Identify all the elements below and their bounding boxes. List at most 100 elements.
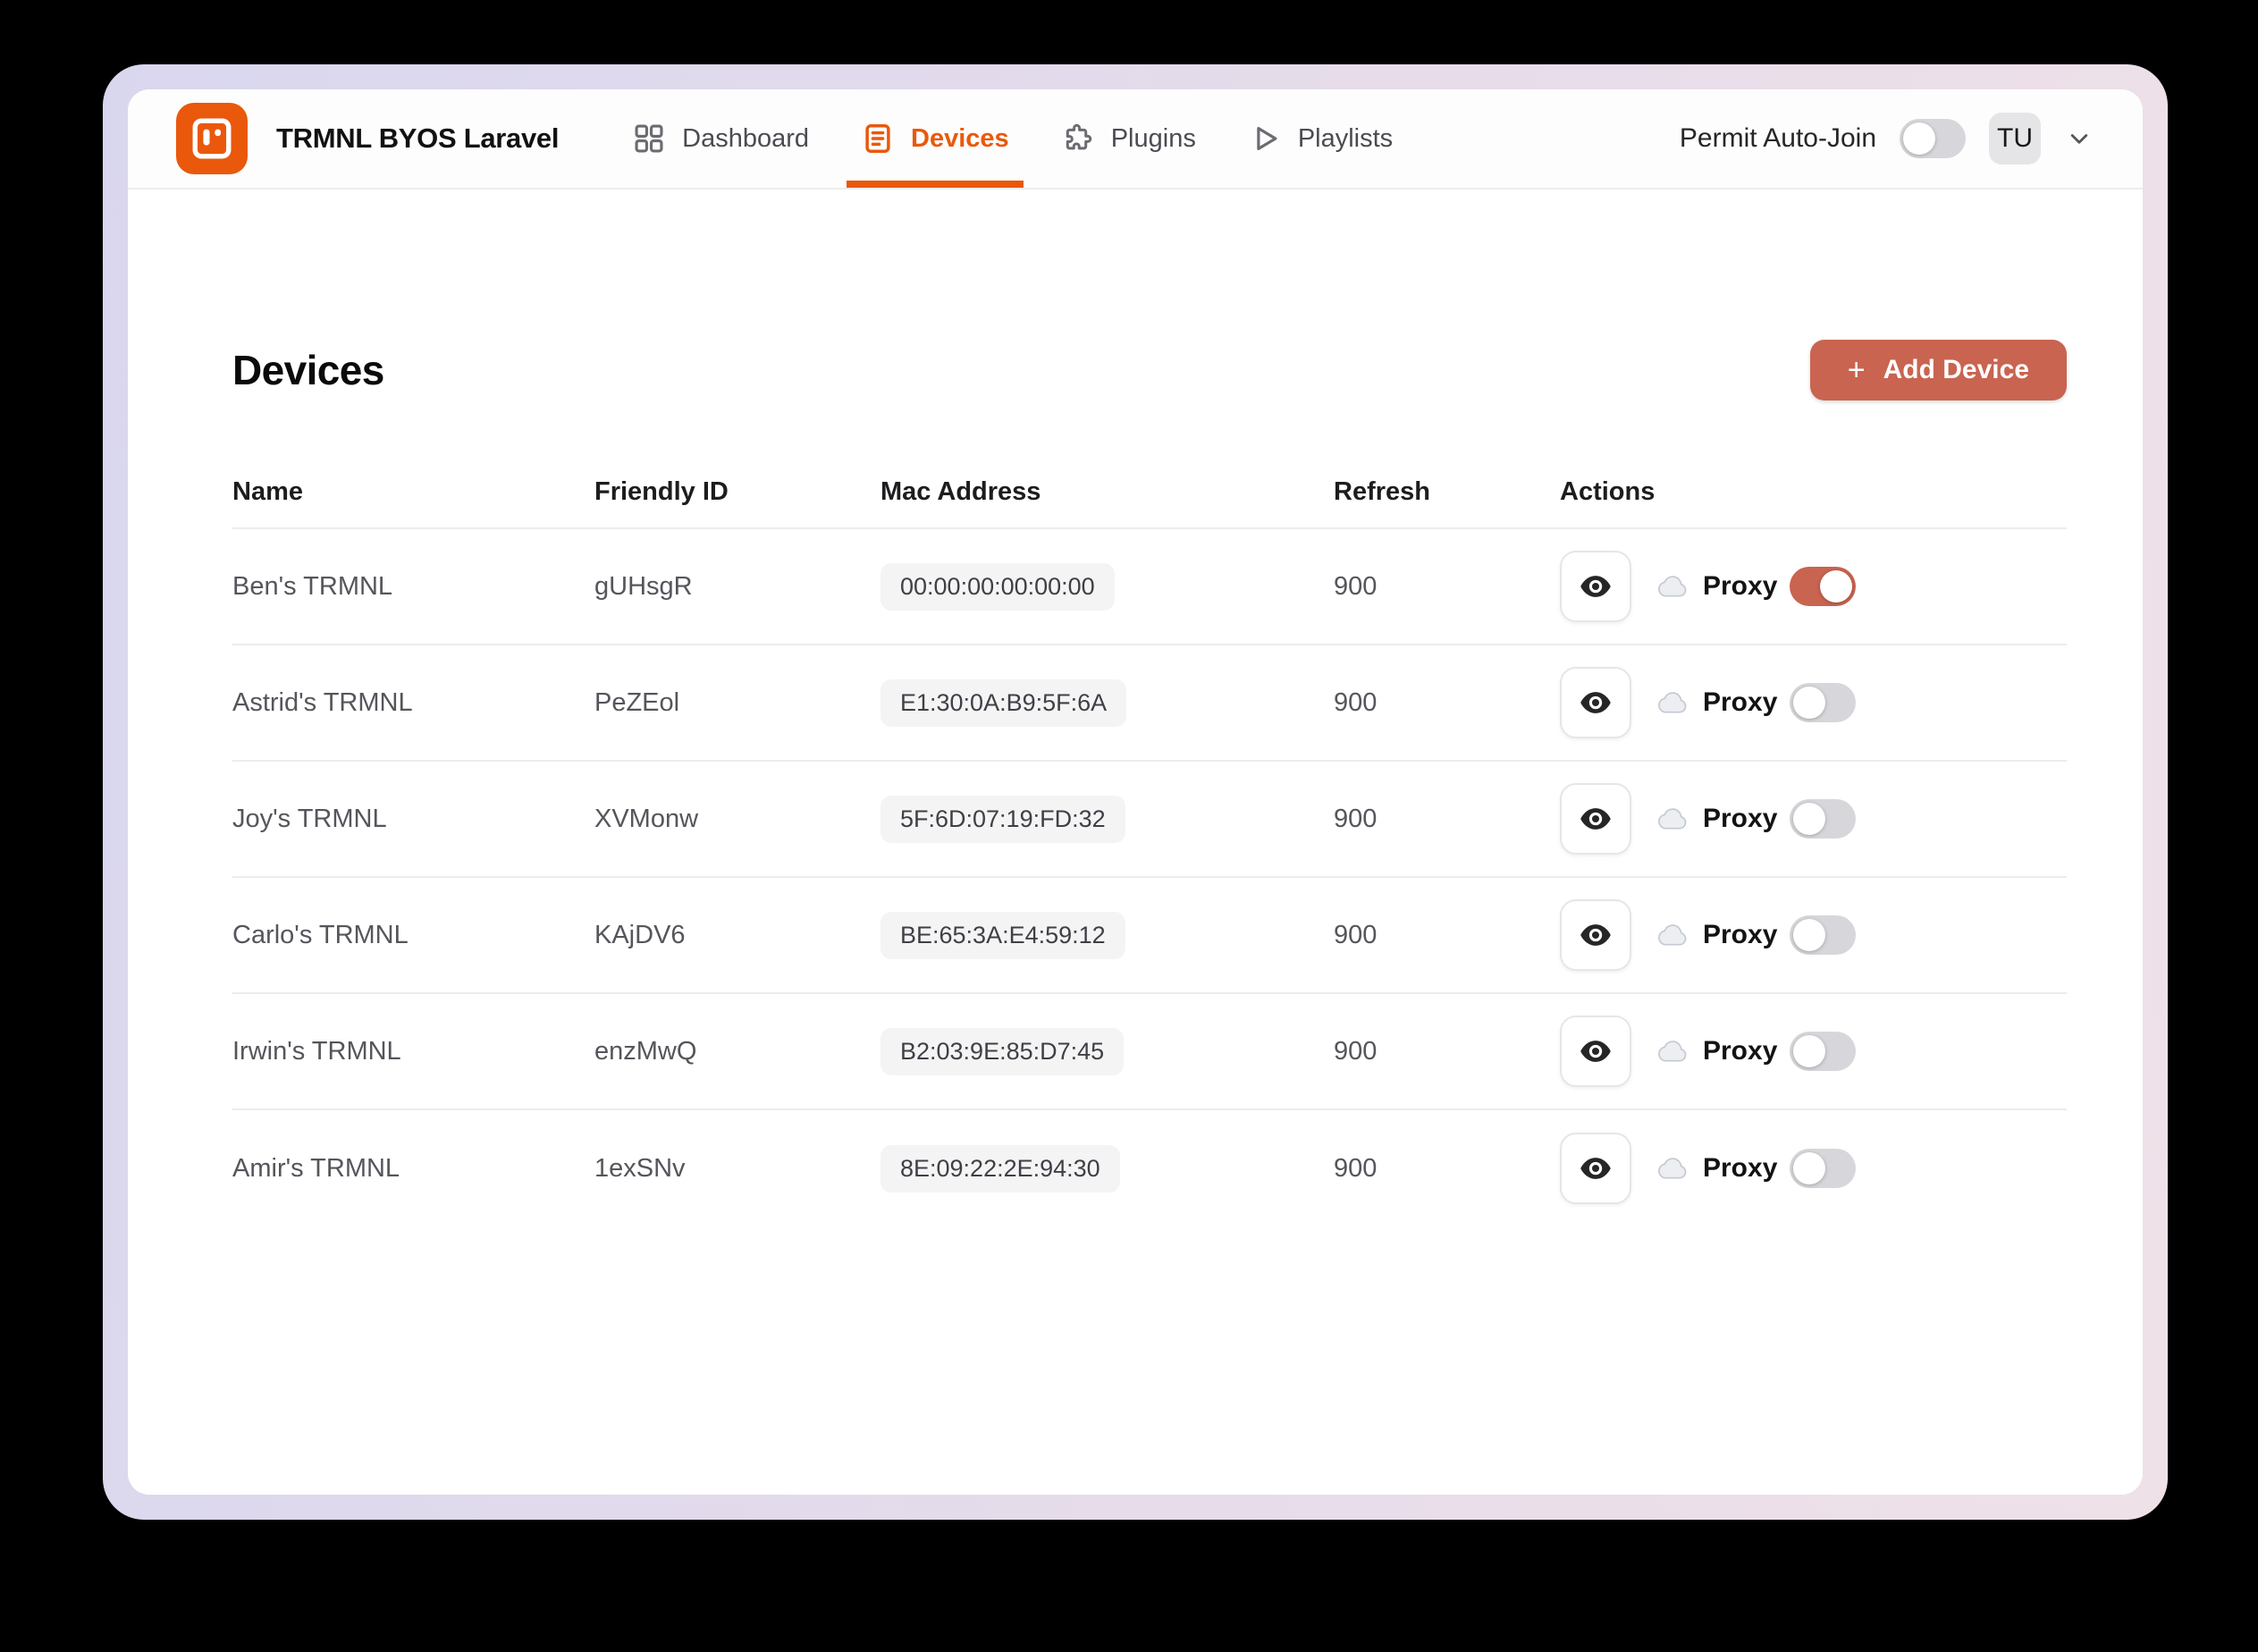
eye-icon — [1580, 1041, 1611, 1062]
page-title: Devices — [232, 347, 384, 393]
eye-icon — [1580, 924, 1611, 946]
puzzle-icon — [1066, 123, 1091, 150]
add-device-button[interactable]: + Add Device — [1809, 340, 2067, 400]
column-header-friendly-id: Friendly ID — [594, 476, 729, 506]
play-icon — [1257, 127, 1277, 150]
plus-icon: + — [1847, 353, 1866, 387]
view-device-button[interactable] — [1560, 667, 1631, 738]
cloud-icon — [1658, 692, 1687, 713]
device-friendly-id: gUHsgR — [594, 571, 693, 601]
eye-icon — [1580, 808, 1611, 830]
device-refresh: 900 — [1334, 804, 1378, 833]
permit-auto-join-label: Permit Auto-Join — [1679, 123, 1876, 153]
column-header-refresh: Refresh — [1334, 476, 1430, 506]
device-friendly-id: XVMonw — [594, 804, 699, 833]
device-refresh: 900 — [1334, 1036, 1378, 1066]
device-refresh: 900 — [1334, 687, 1378, 717]
proxy-toggle[interactable] — [1790, 799, 1857, 839]
device-mac-badge: 00:00:00:00:00:00 — [880, 562, 1115, 611]
device-actions: Proxy — [1560, 1133, 2067, 1204]
table-row: Ben's TRMNL gUHsgR 00:00:00:00:00:00 900… — [232, 529, 2067, 645]
permit-auto-join-toggle[interactable] — [1900, 119, 1966, 158]
proxy-group: Proxy — [1656, 567, 1857, 606]
device-refresh: 900 — [1334, 920, 1378, 949]
device-actions: Proxy — [1560, 1016, 2067, 1087]
cloud-icon — [1658, 576, 1687, 597]
view-device-button[interactable] — [1560, 783, 1631, 855]
main-content: Devices + Add Device Name Friendly ID Ma… — [128, 190, 2143, 1495]
device-friendly-id: KAjDV6 — [594, 920, 686, 949]
trmnl-logo — [176, 103, 248, 174]
trmnl-device-icon — [192, 118, 232, 159]
device-name: Irwin's TRMNL — [232, 1036, 401, 1066]
proxy-label: Proxy — [1703, 1153, 1778, 1183]
device-actions: Proxy — [1560, 783, 2067, 855]
device-friendly-id: enzMwQ — [594, 1036, 697, 1066]
proxy-toggle[interactable] — [1790, 915, 1857, 955]
eye-icon — [1580, 1158, 1611, 1179]
device-friendly-id: PeZEol — [594, 687, 680, 717]
device-name: Carlo's TRMNL — [232, 920, 409, 949]
app-window: TRMNL BYOS Laravel Dashboard Devices Plu… — [103, 64, 2168, 1520]
column-header-actions: Actions — [1560, 476, 1656, 506]
table-row: Irwin's TRMNL enzMwQ B2:03:9E:85:D7:45 9… — [232, 994, 2067, 1110]
toggle-knob — [1793, 687, 1826, 719]
device-friendly-id: 1exSNv — [594, 1153, 686, 1183]
view-device-button[interactable] — [1560, 1016, 1631, 1087]
device-mac-badge: B2:03:9E:85:D7:45 — [880, 1027, 1125, 1075]
eye-icon — [1580, 692, 1611, 713]
cloud-icon — [1658, 1158, 1687, 1179]
proxy-label: Proxy — [1703, 1036, 1778, 1066]
cloud-icon — [1658, 924, 1687, 946]
toggle-knob — [1793, 1035, 1826, 1067]
proxy-group: Proxy — [1656, 1149, 1857, 1188]
proxy-label: Proxy — [1703, 687, 1778, 717]
nav-label: Plugins — [1110, 123, 1196, 153]
toggle-knob — [1903, 122, 1935, 155]
user-avatar[interactable]: TU — [1989, 113, 2041, 164]
proxy-toggle[interactable] — [1790, 1149, 1857, 1188]
table-row: Astrid's TRMNL PeZEol E1:30:0A:B9:5F:6A … — [232, 645, 2067, 762]
view-device-button[interactable] — [1560, 551, 1631, 622]
proxy-toggle[interactable] — [1790, 683, 1857, 722]
proxy-group: Proxy — [1656, 915, 1857, 955]
nav-item-dashboard[interactable]: Dashboard — [618, 89, 823, 188]
device-refresh: 900 — [1334, 1153, 1378, 1183]
nav-item-devices[interactable]: Devices — [847, 89, 1024, 188]
app-header: TRMNL BYOS Laravel Dashboard Devices Plu… — [128, 89, 2143, 190]
view-device-button[interactable] — [1560, 1133, 1631, 1204]
proxy-group: Proxy — [1656, 1032, 1857, 1071]
device-name: Joy's TRMNL — [232, 804, 387, 833]
column-header-mac-address: Mac Address — [880, 476, 1041, 506]
cloud-icon — [1658, 808, 1687, 830]
nav-item-plugins[interactable]: Plugins — [1047, 89, 1210, 188]
proxy-label: Proxy — [1703, 804, 1778, 833]
nav-item-playlists[interactable]: Playlists — [1234, 89, 1407, 188]
view-device-button[interactable] — [1560, 899, 1631, 971]
nav-label: Playlists — [1297, 123, 1394, 153]
chevron-down-icon[interactable] — [2064, 123, 2094, 154]
toggle-knob — [1793, 919, 1826, 951]
proxy-toggle[interactable] — [1790, 1032, 1857, 1071]
devices-table: Name Friendly ID Mac Address Refresh Act… — [232, 456, 2067, 1226]
nav-label: Dashboard — [682, 123, 810, 153]
proxy-toggle[interactable] — [1790, 567, 1857, 606]
device-mac-badge: E1:30:0A:B9:5F:6A — [880, 678, 1127, 727]
eye-icon — [1580, 576, 1611, 597]
toggle-knob — [1820, 570, 1853, 603]
toggle-knob — [1793, 803, 1826, 835]
proxy-group: Proxy — [1656, 799, 1857, 839]
device-mac-badge: BE:65:3A:E4:59:12 — [880, 911, 1125, 959]
main-nav: Dashboard Devices Plugins Playlists — [618, 89, 1407, 188]
device-refresh: 900 — [1334, 571, 1378, 601]
cloud-icon — [1658, 1041, 1687, 1062]
devices-list-icon — [865, 124, 890, 153]
device-name: Astrid's TRMNL — [232, 687, 413, 717]
device-mac-badge: 5F:6D:07:19:FD:32 — [880, 795, 1125, 843]
device-actions: Proxy — [1560, 667, 2067, 738]
proxy-label: Proxy — [1703, 920, 1778, 949]
device-mac-badge: 8E:09:22:2E:94:30 — [880, 1144, 1120, 1193]
add-device-label: Add Device — [1883, 355, 2029, 384]
table-body: Ben's TRMNL gUHsgR 00:00:00:00:00:00 900… — [232, 529, 2067, 1226]
toggle-knob — [1793, 1152, 1826, 1184]
